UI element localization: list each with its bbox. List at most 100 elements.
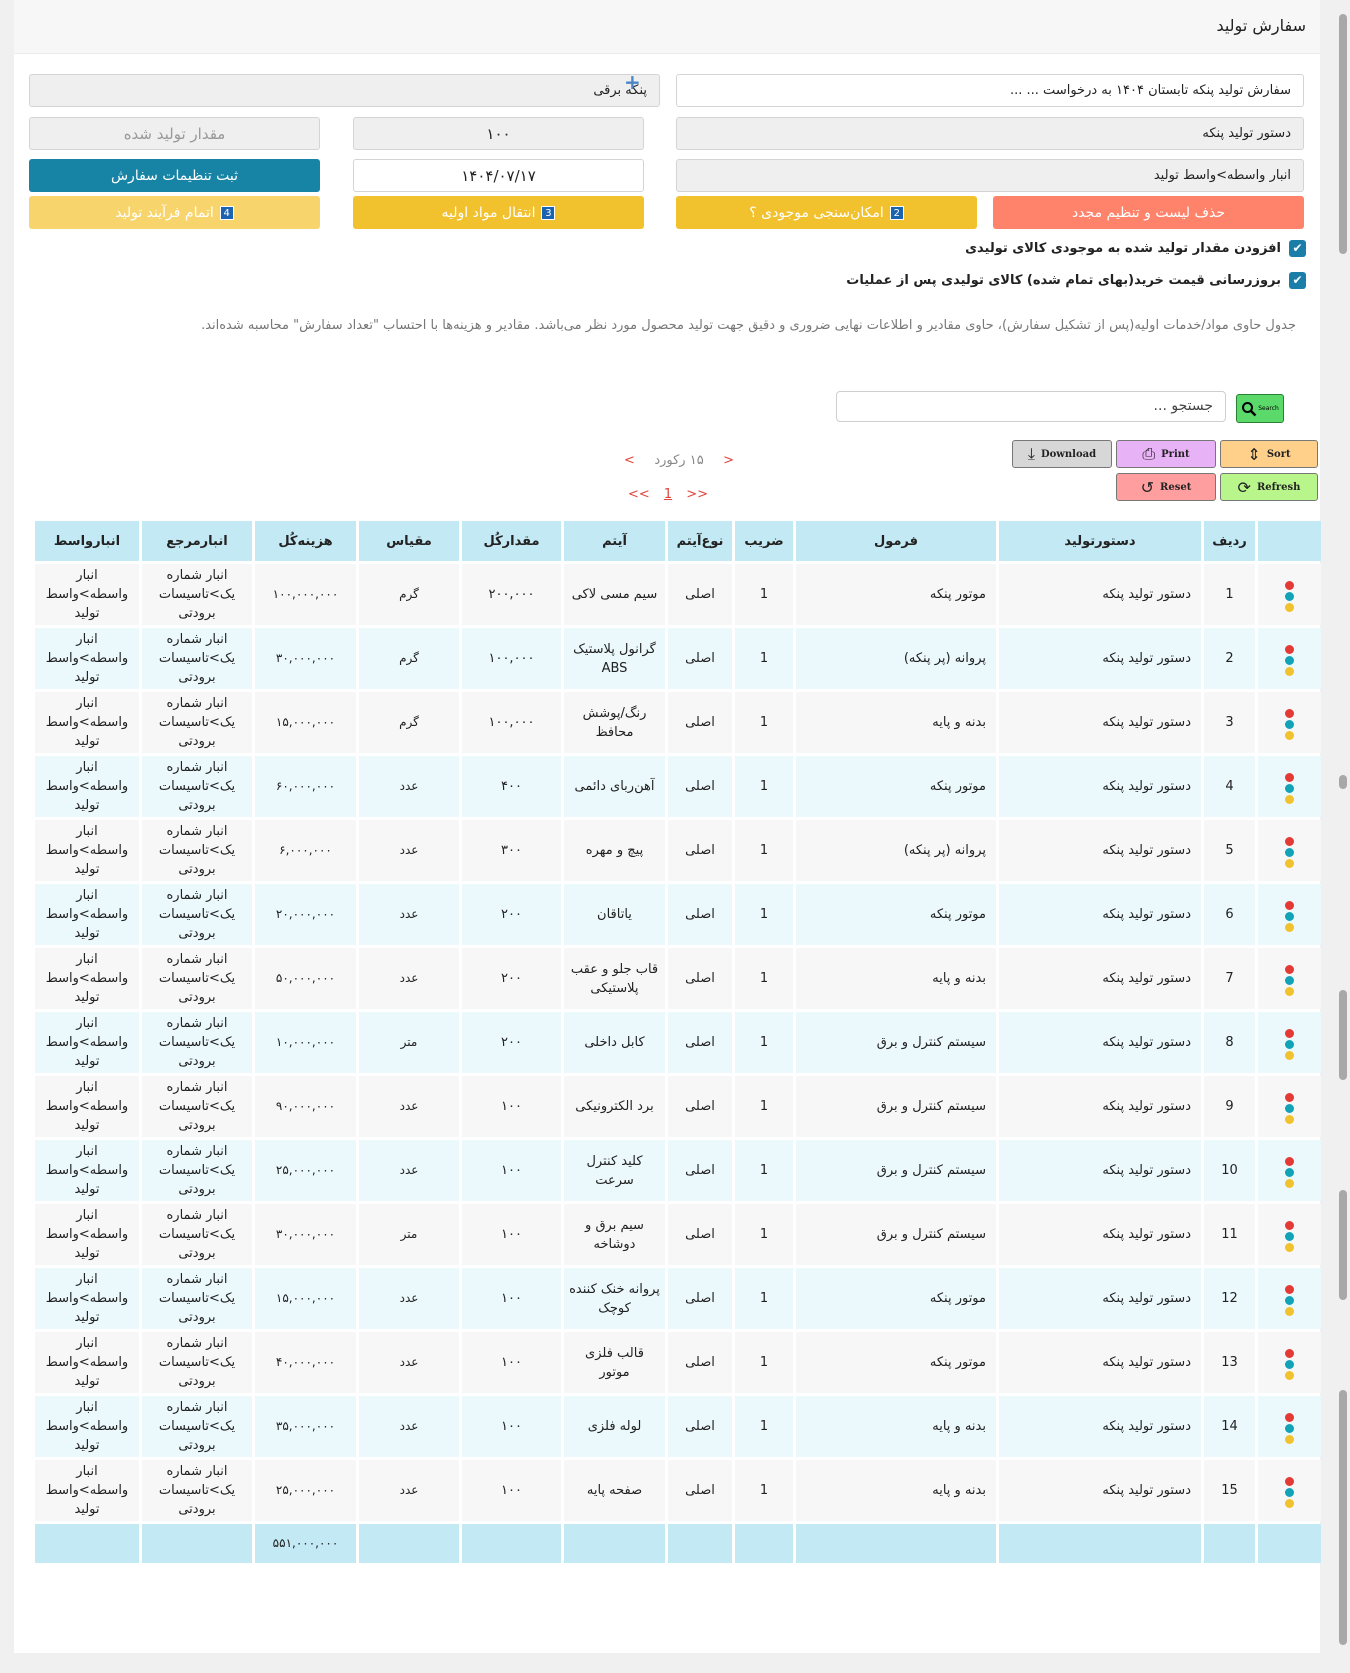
checkbox-checked-icon[interactable]: ✔ bbox=[1289, 240, 1306, 257]
traffic-light-icon[interactable] bbox=[1285, 1349, 1294, 1380]
row-status-cell[interactable] bbox=[1258, 1396, 1321, 1457]
cell-item: قالب فلزی موتور bbox=[564, 1332, 665, 1393]
row-status-cell[interactable] bbox=[1258, 820, 1321, 881]
check-stock-button[interactable]: 2 امکان‌سنجی موجودی ؟ bbox=[676, 196, 977, 229]
reset-button[interactable]: ↺ Reset bbox=[1116, 473, 1216, 501]
order-title-field[interactable]: سفارش تولید پنکه تابستان ۱۴۰۴ به درخواست… bbox=[676, 74, 1304, 107]
search-button[interactable]: Search bbox=[1236, 394, 1284, 423]
table-row[interactable]: 13 دستور تولید پنکه موتور پنکه 1 اصلی قالب فل… bbox=[35, 1332, 1321, 1393]
scrollbar[interactable] bbox=[1336, 0, 1350, 1673]
row-status-cell[interactable] bbox=[1258, 1140, 1321, 1201]
table-row[interactable]: 11 دستور تولید پنکه سیستم کنترل و برق 1 اصلی… bbox=[35, 1204, 1321, 1265]
row-status-cell[interactable] bbox=[1258, 884, 1321, 945]
traffic-light-icon[interactable] bbox=[1285, 709, 1294, 740]
cell-source-warehouse: انبار شماره یک>تاسیسات برودتی bbox=[142, 820, 252, 881]
update-price-option[interactable]: ✔ بروزرسانی قیمت خرید(بهای تمام شده) کال… bbox=[846, 272, 1306, 289]
table-row[interactable]: 1 دستور تولید پنکه موتور پنکه 1 اصلی سیم مسی … bbox=[35, 564, 1321, 625]
scrollbar-thumb[interactable] bbox=[1339, 1190, 1347, 1300]
refresh-button[interactable]: ⟳ Refresh bbox=[1220, 473, 1318, 501]
pager-first-button[interactable]: << bbox=[686, 487, 708, 502]
traffic-light-icon[interactable] bbox=[1285, 1477, 1294, 1508]
column-header[interactable]: دستورتولید bbox=[999, 521, 1201, 561]
formula-field[interactable]: دستور تولید پنکه bbox=[676, 117, 1304, 150]
table-row[interactable]: 6 دستور تولید پنکه موتور پنکه 1 اصلی یاتاقان ۲… bbox=[35, 884, 1321, 945]
row-status-cell[interactable] bbox=[1258, 628, 1321, 689]
search-input[interactable]: جستجو ... bbox=[836, 391, 1226, 422]
pager-next-button[interactable]: > bbox=[624, 453, 635, 468]
scrollbar-thumb[interactable] bbox=[1339, 14, 1347, 254]
traffic-light-icon[interactable] bbox=[1285, 1157, 1294, 1188]
produced-quantity-field[interactable]: مقدار تولید شده bbox=[29, 117, 320, 150]
row-status-cell[interactable] bbox=[1258, 1332, 1321, 1393]
row-status-cell[interactable] bbox=[1258, 756, 1321, 817]
row-status-cell[interactable] bbox=[1258, 1268, 1321, 1329]
date-field[interactable]: ۱۴۰۴/۰۷/۱۷ bbox=[353, 159, 644, 192]
traffic-light-icon[interactable] bbox=[1285, 965, 1294, 996]
traffic-light-icon[interactable] bbox=[1285, 1285, 1294, 1316]
traffic-light-icon[interactable] bbox=[1285, 1221, 1294, 1252]
traffic-light-icon[interactable] bbox=[1285, 901, 1294, 932]
table-row[interactable]: 8 دستور تولید پنکه سیستم کنترل و برق 1 اصلی ک… bbox=[35, 1012, 1321, 1073]
pager-last-button[interactable]: >> bbox=[628, 487, 650, 502]
table-row[interactable]: 9 دستور تولید پنکه سیستم کنترل و برق 1 اصلی ب… bbox=[35, 1076, 1321, 1137]
traffic-light-icon[interactable] bbox=[1285, 837, 1294, 868]
column-header[interactable]: آیتم bbox=[564, 521, 665, 561]
cell-coefficient: 1 bbox=[735, 564, 793, 625]
table-row[interactable]: 2 دستور تولید پنکه پروانه (پر پنکه) 1 اصلی گر… bbox=[35, 628, 1321, 689]
table-row[interactable]: 4 دستور تولید پنکه موتور پنکه 1 اصلی آهن‌ربای… bbox=[35, 756, 1321, 817]
table-row[interactable]: 12 دستور تولید پنکه موتور پنکه 1 اصلی پروانه … bbox=[35, 1268, 1321, 1329]
row-status-cell[interactable] bbox=[1258, 1012, 1321, 1073]
scrollbar-thumb[interactable] bbox=[1339, 990, 1347, 1080]
column-header[interactable]: هزینه‌کُل bbox=[255, 521, 356, 561]
download-button[interactable]: ⤓ Download bbox=[1012, 440, 1112, 468]
transfer-materials-button[interactable]: 3 انتقال مواد اولیه bbox=[353, 196, 644, 229]
traffic-light-icon[interactable] bbox=[1285, 773, 1294, 804]
column-header[interactable]: فرمول bbox=[796, 521, 996, 561]
row-status-cell[interactable] bbox=[1258, 564, 1321, 625]
row-status-cell[interactable] bbox=[1258, 1460, 1321, 1521]
cell-formula: موتور پنکه bbox=[796, 564, 996, 625]
table-row[interactable]: 15 دستور تولید پنکه بدنه و پایه 1 اصلی صفحه پ… bbox=[35, 1460, 1321, 1521]
delete-reset-button[interactable]: حذف لیست و تنظیم مجدد bbox=[993, 196, 1304, 229]
traffic-light-icon[interactable] bbox=[1285, 1093, 1294, 1124]
table-row[interactable]: 10 دستور تولید پنکه سیستم کنترل و برق 1 اصلی… bbox=[35, 1140, 1321, 1201]
column-header[interactable]: انبارمرجع bbox=[142, 521, 252, 561]
pager-page-1[interactable]: 1 bbox=[664, 487, 672, 502]
save-settings-button[interactable]: ثبت تنظیمات سفارش bbox=[29, 159, 320, 192]
checkbox-checked-icon[interactable]: ✔ bbox=[1289, 272, 1306, 289]
row-status-cell[interactable] bbox=[1258, 692, 1321, 753]
table-row[interactable]: 14 دستور تولید پنکه بدنه و پایه 1 اصلی لوله ف… bbox=[35, 1396, 1321, 1457]
scrollbar-thumb[interactable] bbox=[1339, 775, 1347, 789]
row-status-cell[interactable] bbox=[1258, 948, 1321, 1009]
traffic-light-icon[interactable] bbox=[1285, 1029, 1294, 1060]
quantity-field[interactable]: ۱۰۰ bbox=[353, 117, 644, 150]
traffic-light-icon[interactable] bbox=[1285, 1413, 1294, 1444]
warehouse-field[interactable]: انبار واسطه>واسط تولید bbox=[676, 159, 1304, 192]
table-row[interactable]: 3 دستور تولید پنکه بدنه و پایه 1 اصلی رنگ/پوش… bbox=[35, 692, 1321, 753]
finish-production-button[interactable]: 4 اتمام فرآیند تولید bbox=[29, 196, 320, 229]
add-stock-option[interactable]: ✔ افزودن مقدار تولید شده به موجودی کالای… bbox=[965, 240, 1306, 257]
scrollbar-thumb[interactable] bbox=[1339, 1390, 1347, 1645]
product-field[interactable]: پنکه برقی bbox=[29, 74, 660, 107]
traffic-light-icon[interactable] bbox=[1285, 645, 1294, 676]
column-header[interactable]: ردیف bbox=[1204, 521, 1255, 561]
column-header[interactable]: مقدارکُل bbox=[462, 521, 561, 561]
print-button[interactable]: ⎙ Print bbox=[1116, 440, 1216, 468]
column-header[interactable]: مقیاس bbox=[359, 521, 459, 561]
cell-coefficient: 1 bbox=[735, 692, 793, 753]
cell-total-cost: ۹۰,۰۰۰,۰۰۰ bbox=[255, 1076, 356, 1137]
column-header[interactable]: ضریب bbox=[735, 521, 793, 561]
pager-prev-button[interactable]: < bbox=[723, 453, 734, 468]
yellow-dot-icon bbox=[1285, 1371, 1294, 1380]
cell-item-type: اصلی bbox=[668, 1140, 732, 1201]
traffic-light-icon[interactable] bbox=[1285, 581, 1294, 612]
column-header[interactable]: نوع‌آیتم bbox=[668, 521, 732, 561]
column-header[interactable]: انبارواسط bbox=[35, 521, 139, 561]
table-row[interactable]: 7 دستور تولید پنکه بدنه و پایه 1 اصلی قاب جلو… bbox=[35, 948, 1321, 1009]
table-row[interactable]: 5 دستور تولید پنکه پروانه (پر پنکه) 1 اصلی پی… bbox=[35, 820, 1321, 881]
row-status-cell[interactable] bbox=[1258, 1076, 1321, 1137]
add-product-icon[interactable]: + bbox=[624, 72, 641, 92]
column-header[interactable] bbox=[1258, 521, 1321, 561]
sort-button[interactable]: ⇕ Sort bbox=[1220, 440, 1318, 468]
row-status-cell[interactable] bbox=[1258, 1204, 1321, 1265]
